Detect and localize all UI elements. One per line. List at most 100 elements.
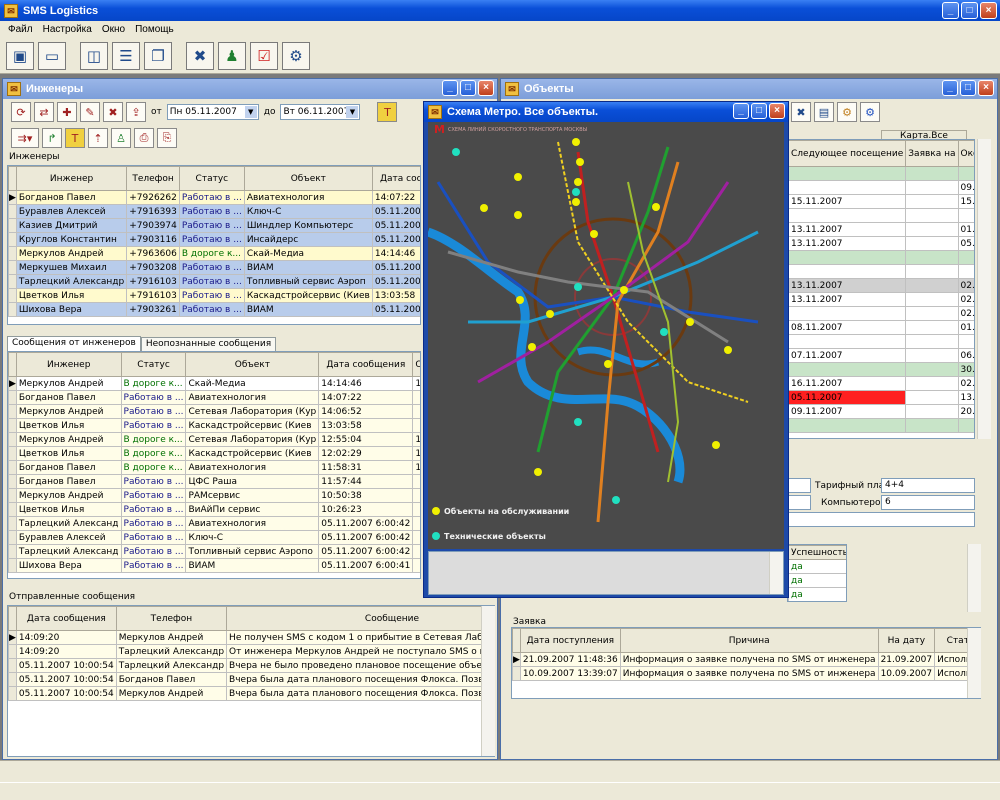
window-split-icon[interactable]: ◫: [80, 41, 108, 70]
table-row[interactable]: 05.11.2007 10:00:54 Богданов Павел Вчера б…: [8, 672, 494, 687]
table-row[interactable]: Шихова Вера +7903261 Работаю в ... ВИАМ 05.1…: [8, 302, 420, 317]
column-header[interactable]: Телефон: [115, 606, 228, 631]
table-row[interactable]: Буравлев Алексей Работаю в ... Ключ-С 05.11…: [8, 530, 420, 545]
table-row[interactable]: 14:09:20 Тарлецкий Александр От инженера М…: [8, 644, 494, 659]
forward-icon[interactable]: ↱: [42, 128, 62, 148]
add-icon[interactable]: ✚: [57, 102, 77, 122]
table-row[interactable]: 13.11.2007 02.08.2008: [788, 278, 974, 293]
column-header[interactable]: Ожидаемое прибытие: [412, 352, 420, 377]
table-row[interactable]: Тарлецкий Александр +7916103 Работаю в ...…: [8, 274, 420, 289]
sent-scrollbar[interactable]: [481, 606, 495, 756]
person-icon[interactable]: ♙: [111, 128, 131, 148]
table-row[interactable]: 08.11.2007 01.09.2008: [788, 320, 974, 335]
to-date-picker[interactable]: Вт 06.11.2007 ▼: [280, 104, 361, 120]
column-header[interactable]: Инженер: [15, 352, 122, 377]
sent-messages-grid[interactable]: Дата сообщения Телефон Сообщение ▶ 14:09:20 М…: [7, 605, 495, 757]
table-row[interactable]: Богданов Павел В дороге к... Авиатехнологи…: [8, 460, 420, 475]
delete-icon[interactable]: ✖: [103, 102, 123, 122]
column-header[interactable]: Статус: [120, 352, 187, 377]
column-header[interactable]: Объект: [243, 166, 373, 191]
engineer-messages-grid[interactable]: ИнженерСтатусОбъектДата сообщенияОжидаем…: [7, 351, 421, 579]
column-header[interactable]: Дата сообщения: [15, 606, 117, 631]
column-header[interactable]: На дату: [877, 628, 936, 653]
menu-help[interactable]: Помощь: [135, 24, 174, 35]
status-t-icon[interactable]: T: [65, 128, 85, 148]
table-row[interactable]: 05.11.2007 10:00:54 Тарлецкий Александр Вч…: [8, 658, 494, 673]
table-row[interactable]: [788, 208, 974, 223]
table-row[interactable]: [788, 166, 974, 181]
refresh-icon[interactable]: ⟳: [11, 102, 31, 122]
checklist-icon[interactable]: ☑: [250, 41, 278, 70]
delete-object-icon[interactable]: ✖: [791, 102, 811, 122]
import-icon[interactable]: ⇄: [34, 102, 54, 122]
metro-info-scrollbar[interactable]: [769, 552, 783, 594]
objects-close-button[interactable]: ×: [978, 80, 994, 96]
column-header[interactable]: Дата поступления: [519, 628, 621, 653]
table-row[interactable]: ▶ 21.09.2007 11:48:36 Информация о заявке …: [512, 652, 980, 667]
table-row[interactable]: ▶ Меркулов Андрей В дороге к... Скай-Медиа 1…: [8, 376, 420, 391]
column-header[interactable]: Объект: [185, 352, 320, 377]
table-row[interactable]: Богданов Павел Работаю в ... ЦФС Раша 11:57…: [8, 474, 420, 489]
table-row[interactable]: 07.11.2007 06.08.2008: [788, 348, 974, 363]
engineers-grid[interactable]: ИнженерТелефонСтатусОбъектДата сообщения…: [7, 165, 421, 325]
maximize-button[interactable]: □: [961, 2, 978, 19]
tab-unknown-messages[interactable]: Неопознанные сообщения: [140, 337, 277, 351]
tariff-field[interactable]: 4+4: [881, 478, 975, 493]
column-header[interactable]: Причина: [619, 628, 879, 653]
menu-file[interactable]: Файл: [8, 24, 33, 35]
table-row[interactable]: ▶ 14:09:20 Меркулов Андрей Не получен SMS с…: [8, 630, 494, 645]
table-row[interactable]: Цветков Илья Работаю в ... Каскадстройсерв…: [8, 418, 420, 433]
objects-minimize-button[interactable]: _: [942, 80, 958, 96]
table-row[interactable]: Цветков Илья Работаю в ... ВиАйПи сервис 10…: [8, 502, 420, 517]
column-header[interactable]: Дата сообщения: [318, 352, 414, 377]
table-row[interactable]: [788, 418, 974, 433]
users-icon[interactable]: ♟: [218, 41, 246, 70]
table-row[interactable]: Шихова Вера Работаю в ... ВИАМ 05.11.2007 6…: [8, 558, 420, 573]
column-header[interactable]: Статус: [178, 166, 245, 191]
blank-field-2[interactable]: [787, 495, 811, 510]
metro-maximize-button[interactable]: □: [751, 103, 767, 119]
table-row[interactable]: Буравлев Алексей +7916393 Работаю в ... Клю…: [8, 204, 420, 219]
print-preview-icon[interactable]: ⎘: [157, 128, 177, 148]
column-header[interactable]: Окончание договора: [957, 140, 974, 167]
table-row[interactable]: Цветков Илья В дороге к... Каскадстройсерв…: [8, 446, 420, 461]
metro-scheme[interactable]: M СХЕМА ЛИНИЙ СКОРОСТНОГО ТРАНСПОРТА МОС…: [426, 122, 784, 549]
settings-gear-icon[interactable]: ⚙: [282, 41, 310, 70]
gear-icon[interactable]: ⚙: [837, 102, 857, 122]
table-row[interactable]: [788, 334, 974, 349]
table-row[interactable]: 09.01.2008: [788, 180, 974, 195]
table-row[interactable]: Меркулов Андрей В дороге к... Сетевая Лабо…: [8, 432, 420, 447]
table-row[interactable]: Тарлецкий Александ Работаю в ... Авиатехно…: [8, 516, 420, 531]
column-header[interactable]: Инженер: [15, 166, 128, 191]
metro-map[interactable]: M СХЕМА ЛИНИЙ СКОРОСТНОГО ТРАНСПОРТА МОС…: [426, 122, 784, 549]
window-horizontal-icon[interactable]: ☰: [112, 41, 140, 70]
edit-icon[interactable]: ✎: [80, 102, 100, 122]
print-icon[interactable]: ⎙: [134, 128, 154, 148]
success-grid[interactable]: Успешность да да да: [787, 544, 847, 602]
upload-icon[interactable]: ⇡: [88, 128, 108, 148]
table-row[interactable]: [788, 264, 974, 279]
table-row[interactable]: Меркушев Михаил +7903208 Работаю в ... ВИАМ…: [8, 260, 420, 275]
table-row[interactable]: Меркулов Андрей Работаю в ... Сетевая Лабо…: [8, 404, 420, 419]
column-header[interactable]: Дата сообщения: [371, 166, 420, 191]
dropdown-action-icon[interactable]: ⇉▾: [11, 128, 39, 148]
table-row[interactable]: 09.11.2007 20.03.2008: [788, 404, 974, 419]
table-row[interactable]: 30.10.2007: [788, 362, 974, 377]
column-header[interactable]: Сообщение: [226, 606, 494, 631]
table-row[interactable]: 13.11.2007 05.09.2008: [788, 236, 974, 251]
table-row[interactable]: Богданов Павел Работаю в ... Авиатехнологи…: [8, 390, 420, 405]
close-button[interactable]: ×: [980, 2, 997, 19]
table-row[interactable]: ▶ Богданов Павел +7926262 Работаю в ... Авиа…: [8, 190, 420, 205]
from-date-picker[interactable]: Пн 05.11.2007 ▼: [166, 104, 259, 120]
table-row[interactable]: Меркулов Андрей Работаю в ... РАМсервис 10:…: [8, 488, 420, 503]
table-row[interactable]: 02.05.2008: [788, 306, 974, 321]
metro-minimize-button[interactable]: _: [733, 103, 749, 119]
filter-apply-icon[interactable]: T: [377, 102, 398, 122]
blank-field-1[interactable]: [787, 478, 811, 493]
blank-field-3[interactable]: [787, 512, 975, 527]
objects-maximize-button[interactable]: □: [960, 80, 976, 96]
table-row[interactable]: Казиев Дмитрий +7903974 Работаю в ... Шиндл…: [8, 218, 420, 233]
objects-grid[interactable]: Следующее посещениеЗаявка наОкончание до…: [787, 139, 975, 439]
table-row[interactable]: 16.11.2007 02.10.2008: [788, 376, 974, 391]
engineers-minimize-button[interactable]: _: [442, 80, 458, 96]
